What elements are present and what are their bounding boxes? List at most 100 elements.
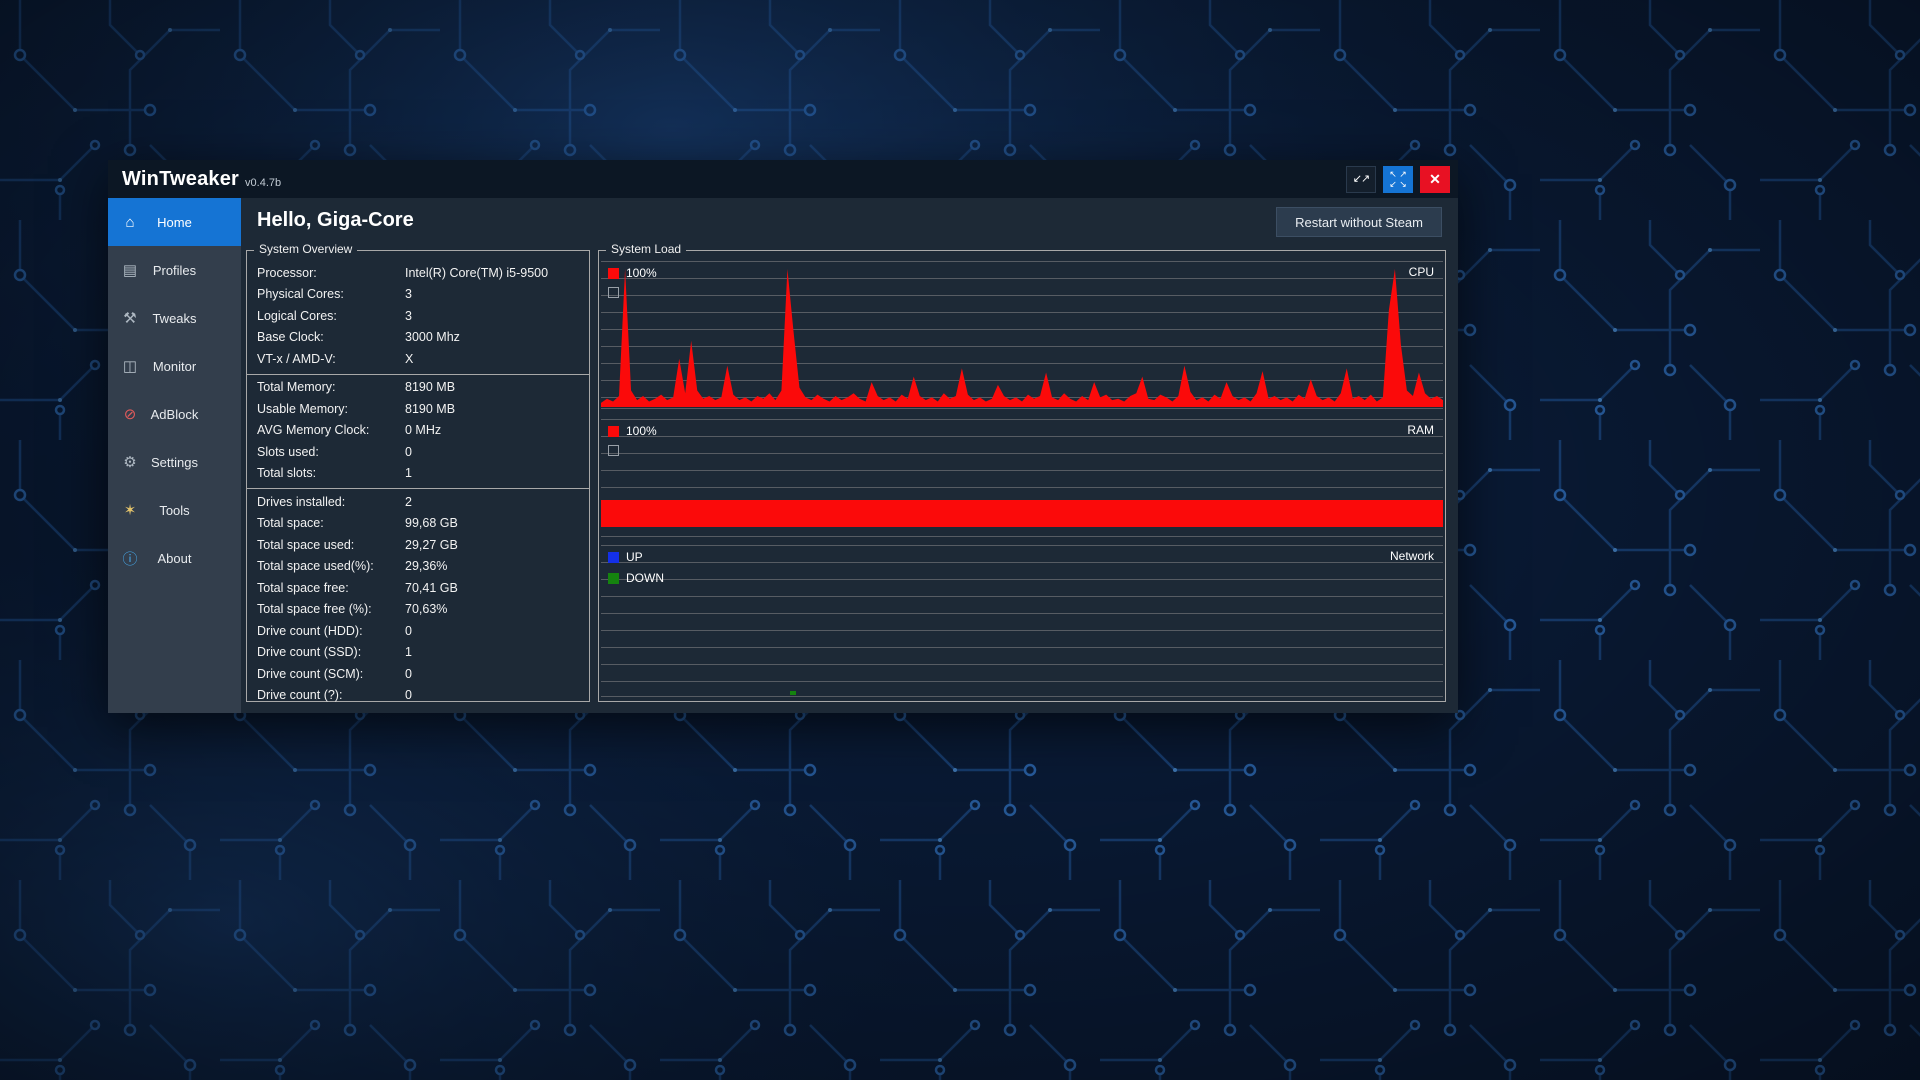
restart-without-steam-button[interactable]: Restart without Steam <box>1276 207 1442 237</box>
ram-legend-swatch <box>608 426 619 437</box>
overview-label: Slots used: <box>257 445 405 459</box>
network-load-chart: UP DOWN Network <box>601 545 1443 697</box>
network-chart-title: Network <box>1390 549 1434 563</box>
overview-label: Processor: <box>257 266 405 280</box>
overview-row: Total space used(%):29,36% <box>247 556 589 578</box>
sidebar-item-tools[interactable]: ✶Tools <box>108 486 241 534</box>
monitor-icon: ◫ <box>119 357 141 375</box>
sidebar-item-monitor[interactable]: ◫Monitor <box>108 342 241 390</box>
sidebar-item-about[interactable]: ⓘAbout <box>108 534 241 582</box>
ram-usage-band <box>601 500 1443 527</box>
overview-row: Total slots:1 <box>247 463 589 485</box>
overview-row: Processor:Intel(R) Core(TM) i5-9500 <box>247 262 589 284</box>
cpu-series-plot <box>601 269 1443 407</box>
overview-row: Drive count (HDD):0 <box>247 620 589 642</box>
ram-legend-label: 100% <box>626 424 657 438</box>
overview-label: Total space used: <box>257 538 405 552</box>
system-overview-title: System Overview <box>254 242 357 256</box>
restore-icon: ↙↗ <box>1353 174 1369 185</box>
about-icon: ⓘ <box>119 548 141 569</box>
overview-row: Drive count (SCM):0 <box>247 663 589 685</box>
overview-value: 0 <box>405 445 589 459</box>
overview-value: X <box>405 352 589 366</box>
restore-button[interactable]: ↙↗ <box>1346 166 1376 193</box>
overview-value: 8190 MB <box>405 402 589 416</box>
overview-row: Total space free (%):70,63% <box>247 599 589 621</box>
sidebar-item-tweaks[interactable]: ⚒Tweaks <box>108 294 241 342</box>
cpu-legend-label: 100% <box>626 266 657 280</box>
overview-row: Drive count (?):0 <box>247 685 589 707</box>
titlebar[interactable]: WinTweaker v0.4.7b ↙↗ ↖↗↙↘ ✕ <box>108 160 1458 198</box>
overview-label: AVG Memory Clock: <box>257 423 405 437</box>
ram-legend: 100% <box>608 424 657 463</box>
cpu-series <box>601 269 1443 407</box>
ram-chart-title: RAM <box>1407 423 1434 437</box>
overview-value: 3 <box>405 309 589 323</box>
maximize-icon: ↖↗↙↘ <box>1388 169 1408 189</box>
overview-row: Drives installed:2 <box>247 491 589 513</box>
overview-row: Total space used:29,27 GB <box>247 534 589 556</box>
overview-value: 1 <box>405 645 589 659</box>
overview-value: 1 <box>405 466 589 480</box>
page-title: Hello, Giga-Core <box>257 209 414 232</box>
app-version: v0.4.7b <box>245 177 281 189</box>
overview-value: 29,36% <box>405 559 589 573</box>
overview-value: 0 MHz <box>405 423 589 437</box>
overview-value: 8190 MB <box>405 380 589 394</box>
overview-value: 0 <box>405 624 589 638</box>
overview-row: Logical Cores:3 <box>247 305 589 327</box>
close-button[interactable]: ✕ <box>1420 166 1450 193</box>
system-overview-groupbox: System Overview Processor:Intel(R) Core(… <box>246 250 590 702</box>
app-window: WinTweaker v0.4.7b ↙↗ ↖↗↙↘ ✕ ⌂Home▤Profi… <box>108 160 1458 713</box>
settings-icon: ⚙ <box>119 453 141 471</box>
overview-row: Total space:99,68 GB <box>247 513 589 535</box>
overview-value: Intel(R) Core(TM) i5-9500 <box>405 266 589 280</box>
overview-row: Physical Cores:3 <box>247 284 589 306</box>
overview-row: Usable Memory:8190 MB <box>247 398 589 420</box>
network-legend: UP DOWN <box>608 550 664 592</box>
overview-label: Drive count (SSD): <box>257 645 405 659</box>
overview-label: Total space free (%): <box>257 602 405 616</box>
adblock-icon: ⊘ <box>119 405 141 423</box>
overview-label: Logical Cores: <box>257 309 405 323</box>
system-load-title: System Load <box>606 242 686 256</box>
cpu-secondary-checkbox[interactable] <box>608 287 619 298</box>
sidebar-item-adblock[interactable]: ⊘AdBlock <box>108 390 241 438</box>
main-content: Hello, Giga-Core Restart without Steam S… <box>241 198 1458 713</box>
overview-label: Total space: <box>257 516 405 530</box>
overview-value: 70,41 GB <box>405 581 589 595</box>
app-title: WinTweaker <box>122 168 239 191</box>
overview-value: 3000 Mhz <box>405 330 589 344</box>
overview-value: 3 <box>405 287 589 301</box>
sidebar-item-profiles[interactable]: ▤Profiles <box>108 246 241 294</box>
maximize-button[interactable]: ↖↗↙↘ <box>1383 166 1413 193</box>
overview-label: VT-x / AMD-V: <box>257 352 405 366</box>
network-up-label: UP <box>626 550 643 564</box>
overview-row: Slots used:0 <box>247 441 589 463</box>
cpu-legend-swatch <box>608 268 619 279</box>
network-down-swatch <box>608 573 619 584</box>
sidebar-item-home[interactable]: ⌂Home <box>108 198 241 246</box>
overview-row: Drive count (SSD):1 <box>247 642 589 664</box>
profiles-icon: ▤ <box>119 261 141 279</box>
cpu-legend: 100% <box>608 266 657 305</box>
overview-label: Drive count (HDD): <box>257 624 405 638</box>
network-up-swatch <box>608 552 619 563</box>
system-overview-rows: Processor:Intel(R) Core(TM) i5-9500Physi… <box>247 251 589 710</box>
overview-label: Physical Cores: <box>257 287 405 301</box>
overview-label: Drives installed: <box>257 495 405 509</box>
overview-row: AVG Memory Clock:0 MHz <box>247 420 589 442</box>
overview-row: Base Clock:3000 Mhz <box>247 327 589 349</box>
sidebar-item-settings[interactable]: ⚙Settings <box>108 438 241 486</box>
overview-label: Drive count (SCM): <box>257 667 405 681</box>
ram-secondary-checkbox[interactable] <box>608 445 619 456</box>
overview-value: 99,68 GB <box>405 516 589 530</box>
tools-icon: ✶ <box>119 501 141 519</box>
overview-row: Total space free:70,41 GB <box>247 577 589 599</box>
close-icon: ✕ <box>1429 172 1441 186</box>
overview-label: Total slots: <box>257 466 405 480</box>
network-down-blip <box>790 691 796 695</box>
tweaks-icon: ⚒ <box>119 309 141 327</box>
overview-label: Total space free: <box>257 581 405 595</box>
window-controls: ↙↗ ↖↗↙↘ ✕ <box>1346 166 1458 193</box>
